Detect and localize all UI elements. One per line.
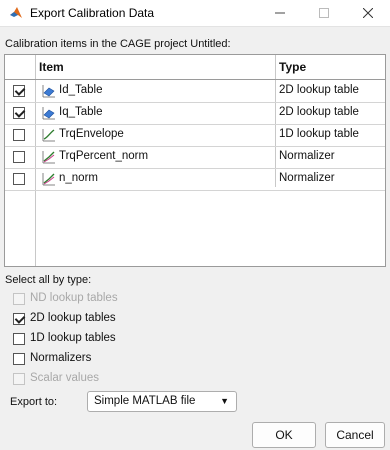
- header-type[interactable]: Type: [279, 60, 306, 74]
- table-row[interactable]: Id_Table 2D lookup table: [5, 80, 385, 103]
- item-name: n_norm: [59, 172, 98, 184]
- select-all-label: Select all by type:: [5, 274, 92, 286]
- item-type: 1D lookup table: [279, 128, 359, 140]
- option-label: Scalar values: [30, 372, 100, 384]
- item-name: TrqPercent_norm: [59, 150, 149, 162]
- row-checkbox[interactable]: [13, 85, 25, 97]
- item-type: 2D lookup table: [279, 84, 359, 96]
- 1d-lookup-tables-checkbox[interactable]: [13, 333, 25, 345]
- scalar-values-checkbox: [13, 373, 25, 385]
- chevron-down-icon: ▼: [220, 396, 229, 406]
- row-checkbox[interactable]: [13, 151, 25, 163]
- table-1d-icon: [42, 129, 55, 142]
- table-2d-icon: [42, 107, 55, 120]
- table-2d-icon: [42, 85, 55, 98]
- item-type: Normalizer: [279, 150, 335, 162]
- maximize-button[interactable]: [302, 0, 346, 26]
- option-label[interactable]: Normalizers: [30, 352, 91, 364]
- cancel-button[interactable]: Cancel: [325, 422, 385, 448]
- table-row[interactable]: n_norm Normalizer: [5, 168, 385, 191]
- normalizer-icon: [42, 151, 55, 164]
- row-checkbox[interactable]: [13, 107, 25, 119]
- option-label[interactable]: 2D lookup tables: [30, 312, 116, 324]
- table-row[interactable]: TrqEnvelope 1D lookup table: [5, 124, 385, 147]
- calibration-items-table: Item Type Id_Table 2D lookup table Iq_Ta…: [4, 54, 386, 267]
- table-header: Item Type: [5, 55, 385, 80]
- maximize-icon: [319, 8, 329, 18]
- normalizer-icon: [42, 173, 55, 186]
- window-title: Export Calibration Data: [30, 6, 155, 20]
- export-format-value: Simple MATLAB file: [94, 395, 196, 407]
- close-button[interactable]: [346, 0, 390, 26]
- minimize-icon: [275, 12, 285, 14]
- table-row[interactable]: TrqPercent_norm Normalizer: [5, 146, 385, 169]
- export-to-label: Export to:: [10, 396, 58, 408]
- title-bar: Export Calibration Data: [0, 0, 390, 27]
- item-name: Iq_Table: [59, 106, 103, 118]
- table-row[interactable]: Iq_Table 2D lookup table: [5, 102, 385, 125]
- nd-lookup-tables-checkbox: [13, 293, 25, 305]
- table-caption: Calibration items in the CAGE project Un…: [5, 38, 231, 50]
- item-type: 2D lookup table: [279, 106, 359, 118]
- matlab-logo-icon: [10, 7, 22, 18]
- option-label: ND lookup tables: [30, 292, 118, 304]
- item-name: Id_Table: [59, 84, 103, 96]
- item-type: Normalizer: [279, 172, 335, 184]
- normalizers-checkbox[interactable]: [13, 353, 25, 365]
- option-label[interactable]: 1D lookup tables: [30, 332, 116, 344]
- minimize-button[interactable]: [258, 0, 302, 26]
- export-format-select[interactable]: Simple MATLAB file ▼: [87, 391, 237, 412]
- 2d-lookup-tables-checkbox[interactable]: [13, 313, 25, 325]
- item-name: TrqEnvelope: [59, 128, 124, 140]
- header-item[interactable]: Item: [39, 60, 64, 74]
- ok-button[interactable]: OK: [252, 422, 316, 448]
- close-icon: [363, 8, 373, 18]
- row-checkbox[interactable]: [13, 129, 25, 141]
- row-checkbox[interactable]: [13, 173, 25, 185]
